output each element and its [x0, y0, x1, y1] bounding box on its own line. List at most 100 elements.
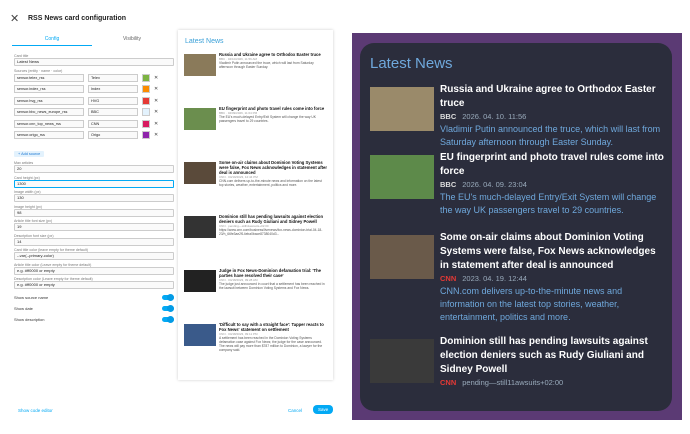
toggle-list: Show source name Show date Show descriptio…: [14, 293, 174, 323]
source-color-swatch[interactable]: [142, 96, 150, 105]
source-name-input[interactable]: Index: [88, 85, 138, 93]
field-input[interactable]: 19: [14, 223, 174, 231]
article-title[interactable]: Dominion still has pending lawsuits agai…: [219, 214, 327, 224]
article-description: The judge just announced in court that a…: [219, 282, 325, 290]
news-item[interactable]: Some on-air claims about Dominion Voting…: [370, 231, 666, 324]
remove-icon[interactable]: ✕: [154, 132, 158, 138]
setting-field: Card height (px) 1300: [14, 176, 174, 188]
field-input[interactable]: 14: [14, 237, 174, 246]
field-input[interactable]: 1300: [14, 179, 174, 188]
config-form: Card title Latest News Sources (entity ·…: [14, 54, 174, 326]
config-dialog: ✕ RSS News card configuration Config Vis…: [0, 0, 344, 434]
source-entity-input[interactable]: sensor.index_rss: [14, 85, 84, 93]
preview-item[interactable]: EU fingerprint and photo travel rules co…: [178, 106, 333, 160]
article-title[interactable]: Dominion still has pending lawsuits agai…: [440, 335, 666, 377]
article-text: Dominion still has pending lawsuits agai…: [219, 214, 327, 268]
toggle-switch[interactable]: [162, 304, 174, 312]
news-card: Latest News Russia and Ukraine agree to …: [360, 43, 672, 411]
source-name-input[interactable]: HVG: [88, 96, 138, 105]
article-text: Dominion still has pending lawsuits agai…: [440, 335, 666, 389]
remove-icon[interactable]: ✕: [154, 86, 158, 92]
source-name-input[interactable]: BBC: [88, 108, 138, 116]
source-color-swatch[interactable]: [142, 119, 150, 128]
setting-field: Article title color (Leave empty for the…: [14, 263, 174, 275]
remove-icon[interactable]: ✕: [154, 109, 158, 115]
article-date: pending—still11awsuits+02:00: [462, 378, 564, 387]
remove-icon[interactable]: ✕: [154, 98, 158, 104]
article-title[interactable]: EU fingerprint and photo travel rules co…: [440, 151, 666, 179]
source-entity-input[interactable]: sensor.telex_rss: [14, 73, 84, 82]
toggle-switch[interactable]: [162, 293, 174, 301]
source-name: BBC: [440, 180, 457, 189]
source-name-input[interactable]: Origo: [88, 131, 138, 139]
card-title-input[interactable]: Latest News: [14, 58, 174, 66]
toggle-switch[interactable]: [162, 315, 174, 323]
article-thumbnail: [370, 235, 434, 279]
add-source-button[interactable]: + Add source: [14, 151, 45, 157]
preview-item[interactable]: 'Difficult to say with a straight face':…: [178, 322, 333, 376]
source-color-swatch[interactable]: [142, 108, 150, 116]
cancel-button[interactable]: Cancel: [288, 408, 302, 413]
article-date: 2026. 04. 10. 11:56: [462, 112, 527, 121]
settings-fields: Max articles 20 Card height (px) 1300 Image …: [14, 161, 174, 289]
field-input[interactable]: --var(--primary-color): [14, 252, 174, 260]
setting-field: Description font size (px) 14: [14, 234, 174, 246]
field-input[interactable]: 130: [14, 194, 174, 202]
source-color-swatch[interactable]: [142, 73, 150, 82]
preview-item[interactable]: Russia and Ukraine agree to Orthodox Eas…: [178, 52, 333, 106]
source-row: sensor.bbc_news_europe_rss BBC ✕: [14, 108, 174, 117]
article-title[interactable]: 'Difficult to say with a straight face':…: [219, 322, 327, 332]
field-input[interactable]: e.g. #ff0000 or empty: [14, 281, 174, 289]
article-meta: CNN 2023. 04. 19. 12:44: [440, 273, 666, 285]
source-name: CNN: [440, 378, 457, 387]
preview-title: Latest News: [185, 38, 224, 45]
article-title[interactable]: Some on-air claims about Dominion Voting…: [219, 160, 327, 175]
close-icon[interactable]: ✕: [10, 12, 24, 25]
tab-visibility[interactable]: Visibility: [92, 34, 172, 46]
article-thumbnail: [370, 155, 434, 199]
news-item[interactable]: Dominion still has pending lawsuits agai…: [370, 335, 666, 389]
source-name: BBC: [440, 112, 457, 121]
news-item[interactable]: Russia and Ukraine agree to Orthodox Eas…: [370, 83, 666, 149]
source-color-swatch[interactable]: [142, 85, 150, 93]
preview-item[interactable]: Some on-air claims about Dominion Voting…: [178, 160, 333, 214]
save-button[interactable]: Save: [313, 405, 334, 414]
field-input[interactable]: 98: [14, 208, 174, 217]
field-label: Article title color (Leave empty for the…: [14, 262, 92, 267]
news-item[interactable]: EU fingerprint and photo travel rules co…: [370, 151, 666, 217]
card-title: Latest News: [370, 55, 453, 72]
field-input[interactable]: e.g. #ff0000 or empty: [14, 266, 174, 275]
article-title[interactable]: Russia and Ukraine agree to Orthodox Eas…: [440, 83, 666, 111]
article-title[interactable]: Some on-air claims about Dominion Voting…: [440, 231, 666, 273]
source-entity-input[interactable]: sensor.cnn_top_news_rss: [14, 119, 84, 128]
dialog-title: RSS News card configuration: [28, 14, 127, 22]
source-color-swatch[interactable]: [142, 131, 150, 139]
article-meta: BBC 2026. 04. 09. 23:04: [440, 179, 666, 191]
remove-icon[interactable]: ✕: [154, 75, 158, 81]
toggle-label: Show date: [14, 305, 33, 311]
article-text: Judge in Fox News-Dominion defamation tr…: [219, 268, 327, 322]
article-date: 2023. 04. 19. 12:44: [462, 274, 527, 283]
article-description: CNN.com delivers up-to-the-minute news a…: [440, 286, 623, 322]
article-thumbnail: [370, 87, 434, 131]
source-entity-input[interactable]: sensor.bbc_news_europe_rss: [14, 108, 84, 116]
article-text: Some on-air claims about Dominion Voting…: [440, 231, 666, 324]
source-name-input[interactable]: CNN: [88, 119, 138, 128]
tab-config[interactable]: Config: [12, 34, 92, 46]
article-title[interactable]: Judge in Fox News-Dominion defamation tr…: [219, 268, 327, 278]
large-preview: Latest News Russia and Ukraine agree to …: [352, 33, 682, 420]
source-entity-input[interactable]: sensor.origo_rss: [14, 131, 84, 139]
field-input[interactable]: 20: [14, 165, 174, 173]
setting-field: Card title color (leave empty for theme …: [14, 248, 174, 260]
source-entity-input[interactable]: sensor.hvg_rss: [14, 96, 84, 105]
source-name: CNN: [440, 274, 457, 283]
field-label: Card height (px): [14, 175, 40, 180]
tabs: Config Visibility: [12, 34, 172, 46]
show-code-editor-button[interactable]: Show code editor: [18, 408, 53, 413]
preview-item[interactable]: Judge in Fox News-Dominion defamation tr…: [178, 268, 333, 322]
article-description: The EU's much-delayed Entry/Exit System …: [440, 192, 657, 215]
preview-item[interactable]: Dominion still has pending lawsuits agai…: [178, 214, 333, 268]
remove-icon[interactable]: ✕: [154, 121, 158, 127]
card-preview: Latest News Russia and Ukraine agree to …: [178, 30, 333, 380]
source-name-input[interactable]: Telex: [88, 73, 138, 82]
